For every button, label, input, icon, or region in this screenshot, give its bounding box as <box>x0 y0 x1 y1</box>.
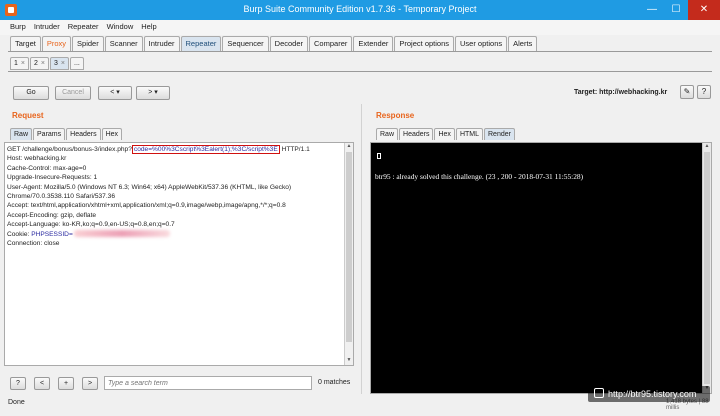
response-scrollbar[interactable]: ▲ ▼ <box>702 143 711 393</box>
response-tab-raw[interactable]: Raw <box>376 128 399 140</box>
tab-project-options[interactable]: Project options <box>394 36 455 51</box>
repeater-tab-2[interactable]: 2 × <box>30 57 49 70</box>
window-title: Burp Suite Community Edition v1.7.36 - T… <box>243 4 477 14</box>
status-text: Done <box>8 399 25 406</box>
menu-intruder[interactable]: Intruder <box>30 20 64 31</box>
help-icon[interactable]: ? <box>697 85 711 99</box>
redacted-session-id <box>73 230 170 238</box>
search-help-button[interactable]: ? <box>10 377 26 390</box>
request-tabs: Raw Params Headers Hex <box>10 128 123 141</box>
response-tab-headers[interactable]: Headers <box>399 128 434 140</box>
cancel-button[interactable]: Cancel <box>55 86 91 100</box>
header-line: Cache-Control: max-age=0 <box>7 164 87 172</box>
blog-logo-icon <box>594 388 604 398</box>
render-message: btr95 : already solved this challenge. (… <box>375 172 584 181</box>
repeater-tab-3[interactable]: 3 × <box>50 57 69 70</box>
tab-intruder[interactable]: Intruder <box>143 36 180 51</box>
header-line: Host: webhacking.kr <box>7 155 67 163</box>
search-input[interactable] <box>104 376 312 390</box>
scroll-thumb[interactable] <box>346 152 352 342</box>
search-previous-button[interactable]: < <box>34 377 50 390</box>
scroll-up-icon[interactable]: ▲ <box>345 143 353 151</box>
title-bar: Burp Suite Community Edition v1.7.36 - T… <box>0 0 720 20</box>
search-forward-button[interactable]: > <box>82 377 98 390</box>
go-button[interactable]: Go <box>13 86 49 100</box>
back-menu-icon: ▾ <box>116 89 120 96</box>
edit-target-icon[interactable]: ✎ <box>680 85 694 99</box>
request-line: GET /challenge/bonus/bonus-3/index.php? c… <box>7 145 310 154</box>
new-repeater-tab[interactable]: ... <box>70 57 84 70</box>
tab-target[interactable]: Target <box>10 36 41 51</box>
back-arrow-icon: < <box>110 89 115 96</box>
tab-divider <box>8 51 712 52</box>
tab-user-options[interactable]: User options <box>455 36 508 51</box>
search-next-button[interactable]: + <box>58 377 74 390</box>
request-tab-headers[interactable]: Headers <box>66 128 101 140</box>
tool-tabs: Target Proxy Spider Scanner Intruder Rep… <box>10 36 538 52</box>
tab-scanner[interactable]: Scanner <box>104 36 143 51</box>
menu-burp[interactable]: Burp <box>6 20 30 31</box>
pane-splitter[interactable] <box>360 104 364 394</box>
response-tab-render[interactable]: Render <box>484 128 515 140</box>
menu-bar: Burp Intruder Repeater Window Help <box>0 20 720 35</box>
menu-repeater[interactable]: Repeater <box>64 20 103 31</box>
scroll-down-icon[interactable]: ▼ <box>345 357 353 365</box>
menu-help[interactable]: Help <box>137 20 160 31</box>
tab-repeater[interactable]: Repeater <box>180 36 222 51</box>
maximize-button[interactable]: ☐ <box>664 0 688 20</box>
tab-extender[interactable]: Extender <box>353 36 394 51</box>
header-line: Accept-Encoding: gzip, deflate <box>7 211 97 219</box>
tab-comparer[interactable]: Comparer <box>309 36 353 51</box>
menu-window[interactable]: Window <box>103 20 138 31</box>
request-text: GET /challenge/bonus/bonus-3/index.php? c… <box>7 145 345 248</box>
tab-proxy[interactable]: Proxy <box>41 36 72 51</box>
tab-alerts[interactable]: Alerts <box>508 36 538 51</box>
back-button[interactable]: < ▾ <box>98 86 132 100</box>
header-line: Accept: text/html,application/xhtml+xml,… <box>7 202 286 210</box>
close-tab-icon[interactable]: × <box>41 60 45 67</box>
response-tab-hex[interactable]: Hex <box>434 128 455 140</box>
scroll-up-icon[interactable]: ▲ <box>703 143 711 151</box>
response-title: Response <box>376 111 415 120</box>
tab-decoder[interactable]: Decoder <box>269 36 309 51</box>
response-tab-html[interactable]: HTML <box>455 128 483 140</box>
close-window-button[interactable]: ✕ <box>688 0 720 20</box>
scroll-thumb[interactable] <box>704 152 710 384</box>
request-title: Request <box>12 111 44 120</box>
match-count: 0 matches <box>318 379 351 386</box>
repeater-tabs: 1 × 2 × 3 × ... <box>10 57 85 71</box>
highlighted-payload: code=%00%3Cscript%3Ealert(1);%3C/script%… <box>131 145 280 154</box>
request-scrollbar[interactable]: ▲ ▼ <box>344 143 353 365</box>
render-view[interactable]: btr95 : already solved this challenge. (… <box>370 142 712 394</box>
header-line: Chrome/70.0.3538.110 Safari/537.36 <box>7 193 116 201</box>
target-label: Target: http://webhacking.kr <box>574 89 668 96</box>
tab-sequencer[interactable]: Sequencer <box>222 36 269 51</box>
header-line: Accept-Language: ko-KR,ko;q=0.9,en-US;q=… <box>7 221 175 229</box>
request-tab-hex[interactable]: Hex <box>101 128 123 140</box>
repeater-tab-1[interactable]: 1 × <box>10 57 29 70</box>
tab-spider[interactable]: Spider <box>72 36 104 51</box>
close-tab-icon[interactable]: × <box>21 60 25 67</box>
header-line: Upgrade-Insecure-Requests: 1 <box>7 174 98 182</box>
forward-menu-icon: ▾ <box>154 89 158 96</box>
response-tabs: Raw Headers Hex HTML Render <box>376 128 516 141</box>
missing-glyph-icon <box>377 153 381 159</box>
request-tab-raw[interactable]: Raw <box>10 128 33 140</box>
header-line: User-Agent: Mozilla/5.0 (Windows NT 6.3;… <box>7 183 292 191</box>
header-line: Connection: close <box>7 240 60 248</box>
close-tab-icon[interactable]: × <box>61 60 65 67</box>
repeater-divider <box>8 71 712 72</box>
minimize-button[interactable]: — <box>640 0 664 20</box>
request-tab-params[interactable]: Params <box>33 128 66 140</box>
cookie-line: Cookie: PHPSESSID= <box>7 230 345 239</box>
request-editor[interactable]: GET /challenge/bonus/bonus-3/index.php? c… <box>4 142 354 366</box>
forward-button[interactable]: > ▾ <box>136 86 170 100</box>
forward-arrow-icon: > <box>148 89 153 96</box>
watermark: http://btr95.tistory.com <box>588 386 710 402</box>
